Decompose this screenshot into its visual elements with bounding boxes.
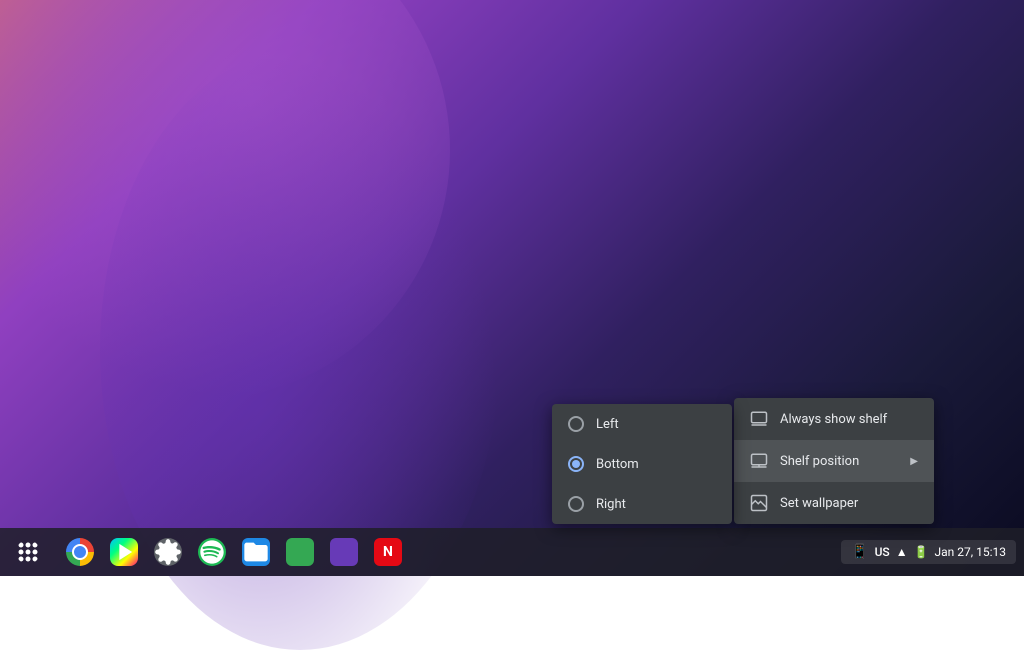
network-indicator: US bbox=[875, 545, 890, 559]
shelf-app-spotify[interactable] bbox=[192, 532, 232, 572]
set-wallpaper-icon bbox=[750, 494, 768, 512]
spotify-icon bbox=[198, 538, 226, 566]
shelf-context-menu: Always show shelf Shelf position ▶ bbox=[734, 398, 934, 524]
menu-item-shelf-position[interactable]: Shelf position ▶ bbox=[734, 440, 934, 482]
datetime-label: Jan 27, 15:13 bbox=[935, 545, 1006, 559]
status-area[interactable]: 📱 US ▲ 🔋 Jan 27, 15:13 bbox=[841, 540, 1016, 564]
generic-icon-2 bbox=[330, 538, 358, 566]
network-label: US bbox=[875, 545, 890, 559]
shelf-app-chrome[interactable] bbox=[60, 532, 100, 572]
settings-icon bbox=[154, 538, 182, 566]
always-show-shelf-label: Always show shelf bbox=[780, 412, 887, 427]
shelf-position-left-label: Left bbox=[596, 417, 619, 432]
wifi-icon: ▲ bbox=[896, 545, 908, 559]
shelf: N 📱 US ▲ 🔋 Jan 27, 15:13 bbox=[0, 528, 1024, 576]
files-icon bbox=[242, 538, 270, 566]
menu-item-always-show-shelf[interactable]: Always show shelf bbox=[734, 398, 934, 440]
radio-bottom bbox=[568, 456, 584, 472]
cellular-icon: 📱 bbox=[851, 544, 868, 560]
launcher-button[interactable] bbox=[8, 532, 48, 572]
shelf-app-generic1[interactable] bbox=[280, 532, 320, 572]
shelf-position-bottom-label: Bottom bbox=[596, 457, 639, 472]
shelf-app-generic2[interactable] bbox=[324, 532, 364, 572]
shelf-right: 📱 US ▲ 🔋 Jan 27, 15:13 bbox=[841, 540, 1024, 564]
netflix-icon: N bbox=[374, 538, 402, 566]
always-show-shelf-icon bbox=[750, 410, 768, 428]
shelf-app-netflix[interactable]: N bbox=[368, 532, 408, 572]
shelf-left bbox=[0, 532, 52, 572]
shelf-apps: N bbox=[52, 532, 841, 572]
shelf-position-bottom[interactable]: Bottom bbox=[552, 444, 732, 484]
desktop: Left Bottom Right Always show shelf bbox=[0, 0, 1024, 576]
shelf-position-arrow: ▶ bbox=[910, 456, 918, 467]
shelf-position-submenu: Left Bottom Right bbox=[552, 404, 732, 524]
shelf-position-icon bbox=[750, 452, 768, 470]
radio-right bbox=[568, 496, 584, 512]
shelf-position-label: Shelf position bbox=[780, 454, 859, 469]
radio-left bbox=[568, 416, 584, 432]
set-wallpaper-label: Set wallpaper bbox=[780, 496, 858, 511]
shelf-app-playstore[interactable] bbox=[104, 532, 144, 572]
battery-icon: 🔋 bbox=[914, 545, 929, 559]
shelf-position-right-label: Right bbox=[596, 497, 626, 512]
shelf-app-settings[interactable] bbox=[148, 532, 188, 572]
chrome-icon bbox=[66, 538, 94, 566]
shelf-position-left[interactable]: Left bbox=[552, 404, 732, 444]
shelf-position-right[interactable]: Right bbox=[552, 484, 732, 524]
generic-icon-1 bbox=[286, 538, 314, 566]
menu-item-set-wallpaper[interactable]: Set wallpaper bbox=[734, 482, 934, 524]
shelf-app-files[interactable] bbox=[236, 532, 276, 572]
play-store-icon bbox=[110, 538, 138, 566]
